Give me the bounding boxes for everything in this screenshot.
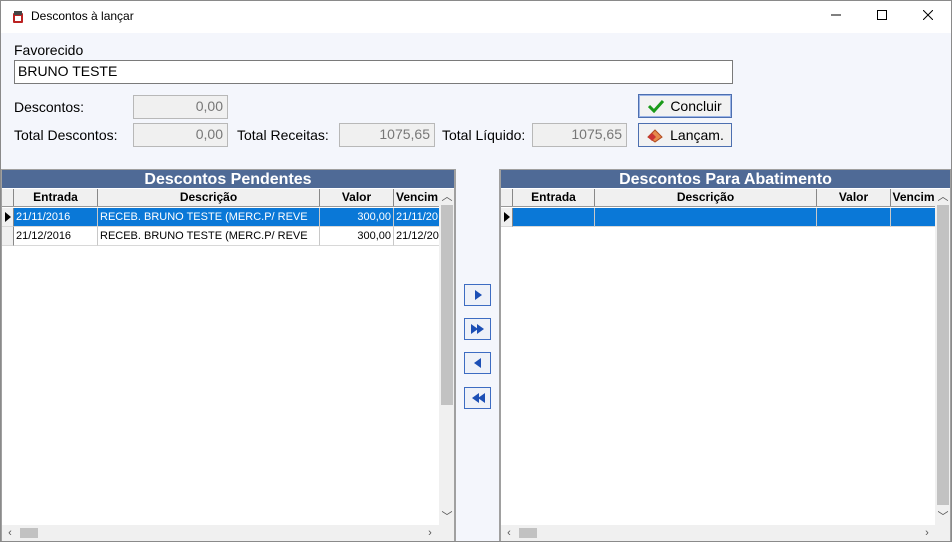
move-one-right-button[interactable] <box>464 284 491 306</box>
column-descricao[interactable]: Descrição <box>98 189 320 206</box>
scroll-right-icon[interactable]: › <box>422 525 438 541</box>
arrow-left-icon <box>473 358 481 368</box>
cell-entrada[interactable] <box>513 208 595 227</box>
pendentes-title: Descontos Pendentes <box>2 170 454 188</box>
window-title: Descontos à lançar <box>31 9 134 23</box>
lancam-label: Lançam. <box>670 127 724 143</box>
concluir-button[interactable]: Concluir <box>638 94 732 118</box>
table-row[interactable] <box>501 208 936 227</box>
scroll-thumb[interactable] <box>519 528 537 538</box>
cell-descricao[interactable] <box>595 208 817 227</box>
column-valor[interactable]: Valor <box>817 189 891 206</box>
scroll-thumb[interactable] <box>20 528 38 538</box>
favorecido-field[interactable]: BRUNO TESTE <box>14 60 733 84</box>
cell-valor[interactable]: 300,00 <box>320 208 394 227</box>
cell-valor[interactable]: 300,00 <box>320 227 394 246</box>
cell-entrada[interactable]: 21/12/2016 <box>14 227 98 246</box>
row-indicator <box>2 227 14 246</box>
scroll-up-icon[interactable]: ︿ <box>439 189 454 205</box>
scroll-thumb[interactable] <box>441 205 453 405</box>
table-row[interactable]: 21/11/2016 RECEB. BRUNO TESTE (MERC.P/ R… <box>2 208 440 227</box>
double-arrow-left-icon <box>471 393 485 403</box>
app-icon <box>13 11 23 23</box>
total-descontos-field: 0,00 <box>133 123 228 147</box>
abatimento-title: Descontos Para Abatimento <box>501 170 950 188</box>
maximize-icon <box>877 10 887 20</box>
move-all-right-button[interactable] <box>464 318 491 340</box>
total-receitas-label: Total Receitas: <box>237 127 329 143</box>
cell-vencimento[interactable] <box>891 208 936 227</box>
cell-entrada[interactable]: 21/11/2016 <box>14 208 98 227</box>
pendentes-grid: Descontos Pendentes Entrada Descrição Va… <box>1 169 455 541</box>
pendentes-horizontal-scrollbar[interactable]: ‹ › <box>2 525 454 541</box>
abatimento-grid: Descontos Para Abatimento Entrada Descri… <box>500 169 951 541</box>
minimize-button[interactable] <box>813 1 859 33</box>
pendentes-header: Entrada Descrição Valor Vencim <box>2 189 440 207</box>
scroll-up-icon[interactable]: ︿ <box>935 189 950 205</box>
eraser-icon <box>647 129 663 143</box>
maximize-button[interactable] <box>859 1 905 33</box>
cell-vencimento[interactable]: 21/12/20 <box>394 227 440 246</box>
cell-descricao[interactable]: RECEB. BRUNO TESTE (MERC.P/ REVE <box>98 208 320 227</box>
lancam-button[interactable]: Lançam. <box>638 123 732 147</box>
concluir-label: Concluir <box>670 98 722 114</box>
move-one-left-button[interactable] <box>464 352 491 374</box>
column-entrada[interactable]: Entrada <box>14 189 98 206</box>
table-row[interactable]: 21/12/2016 RECEB. BRUNO TESTE (MERC.P/ R… <box>2 227 440 246</box>
summary-panel: Favorecido BRUNO TESTE Descontos: 0,00 T… <box>1 33 951 169</box>
pendentes-vertical-scrollbar[interactable]: ︿ ﹀ <box>439 189 454 525</box>
scroll-right-icon[interactable]: › <box>919 525 935 541</box>
row-pointer-icon <box>504 212 510 222</box>
scroll-thumb[interactable] <box>937 205 949 505</box>
scroll-down-icon[interactable]: ﹀ <box>439 509 454 525</box>
column-entrada[interactable]: Entrada <box>513 189 595 206</box>
total-liquido-field: 1075,65 <box>532 123 627 147</box>
double-arrow-right-icon <box>470 324 484 334</box>
cell-vencimento[interactable]: 21/11/20 <box>394 208 440 227</box>
abatimento-horizontal-scrollbar[interactable]: ‹ › <box>501 525 950 541</box>
abatimento-header: Entrada Descrição Valor Vencim <box>501 189 936 207</box>
row-indicator <box>501 208 513 227</box>
favorecido-label: Favorecido <box>14 42 84 58</box>
descontos-label: Descontos: <box>14 99 85 115</box>
total-receitas-field: 1075,65 <box>339 123 435 147</box>
column-descricao[interactable]: Descrição <box>595 189 817 206</box>
move-buttons-panel <box>455 169 500 541</box>
move-all-left-button[interactable] <box>464 387 491 409</box>
column-vencimento[interactable]: Vencim <box>394 189 440 206</box>
close-button[interactable] <box>905 1 951 33</box>
row-indicator <box>2 208 14 227</box>
descontos-field: 0,00 <box>133 95 228 119</box>
checkmark-icon <box>648 99 665 113</box>
row-pointer-icon <box>5 212 11 222</box>
arrow-right-icon <box>474 290 482 300</box>
cell-valor[interactable] <box>817 208 891 227</box>
minimize-icon <box>831 14 841 16</box>
main-window: Descontos à lançar Favorecido BRUNO TEST… <box>0 0 952 542</box>
column-valor[interactable]: Valor <box>320 189 394 206</box>
scroll-down-icon[interactable]: ﹀ <box>935 509 950 525</box>
total-liquido-label: Total Líquido: <box>442 127 526 143</box>
cell-descricao[interactable]: RECEB. BRUNO TESTE (MERC.P/ REVE <box>98 227 320 246</box>
total-descontos-label: Total Descontos: <box>14 127 118 143</box>
close-icon <box>922 9 934 21</box>
scroll-left-icon[interactable]: ‹ <box>501 525 517 541</box>
abatimento-vertical-scrollbar[interactable]: ︿ ﹀ <box>935 189 950 525</box>
scroll-left-icon[interactable]: ‹ <box>2 525 18 541</box>
title-bar: Descontos à lançar <box>1 1 951 33</box>
column-vencimento[interactable]: Vencim <box>891 189 936 206</box>
